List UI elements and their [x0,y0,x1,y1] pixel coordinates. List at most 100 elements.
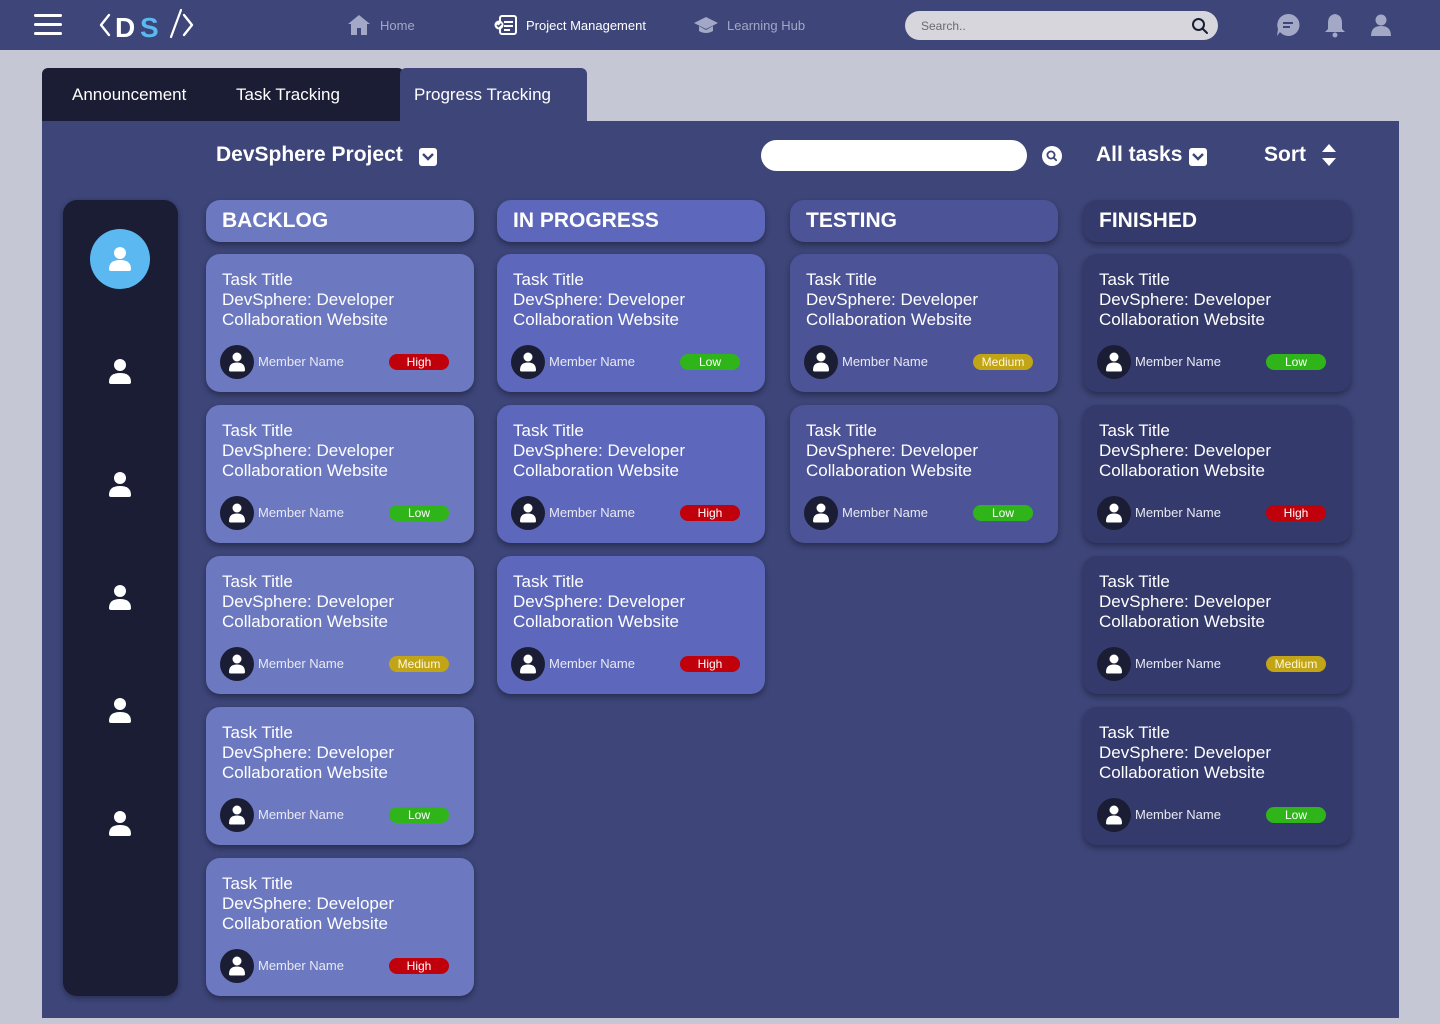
column-header-backlog: BACKLOG [206,200,474,242]
task-description: DevSphere: Developer Collaboration Websi… [513,592,685,631]
task-filter-dropdown[interactable]: All tasks [1096,143,1182,167]
member-name: Member Name [258,505,344,520]
chat-icon[interactable] [1275,12,1301,38]
member-name: Member Name [1135,505,1221,520]
task-description: DevSphere: Developer Collaboration Websi… [1099,290,1271,329]
user-profile-icon[interactable] [1368,12,1394,38]
task-card[interactable]: Task Title DevSphere: Developer Collabora… [1083,405,1351,543]
svg-text:S: S [140,12,159,43]
filter-dropdown-chevron-icon[interactable] [1189,148,1207,166]
tab-progress-tracking[interactable]: Progress Tracking [400,68,587,121]
priority-badge: Low [1266,354,1326,370]
member-avatar-icon [511,496,545,530]
project-dropdown-chevron-icon[interactable] [419,148,437,166]
task-card[interactable]: Task Title DevSphere: Developer Collabora… [206,707,474,845]
sort-arrows-icon[interactable] [1321,143,1337,167]
svg-text:D: D [115,12,135,43]
team-member-avatar[interactable] [105,356,135,386]
task-description: DevSphere: Developer Collaboration Websi… [222,592,394,631]
global-search [905,11,1218,40]
task-title: Task Title [513,421,584,440]
member-name: Member Name [549,354,635,369]
column-header-in-progress: IN PROGRESS [497,200,765,242]
task-title: Task Title [222,421,293,440]
priority-badge: Low [680,354,740,370]
task-description: DevSphere: Developer Collaboration Websi… [513,290,685,329]
member-name: Member Name [1135,807,1221,822]
priority-badge: High [389,354,449,370]
priority-badge: High [389,958,449,974]
search-icon[interactable] [1191,17,1209,35]
member-name: Member Name [1135,354,1221,369]
member-name: Member Name [258,807,344,822]
task-description: DevSphere: Developer Collaboration Websi… [806,441,978,480]
priority-badge: Low [389,505,449,521]
nav-project-management-label: Project Management [526,17,646,33]
task-card[interactable]: Task Title DevSphere: Developer Collabora… [790,254,1058,392]
task-title: Task Title [1099,270,1170,289]
task-card[interactable]: Task Title DevSphere: Developer Collabora… [206,556,474,694]
task-title: Task Title [806,421,877,440]
team-member-avatar-selected[interactable] [90,229,150,289]
hamburger-menu-icon[interactable] [34,14,62,36]
member-avatar-icon [220,345,254,379]
team-member-avatar[interactable] [105,695,135,725]
member-name: Member Name [842,354,928,369]
task-title: Task Title [222,723,293,742]
member-name: Member Name [258,354,344,369]
member-avatar-icon [1097,798,1131,832]
member-name: Member Name [258,958,344,973]
priority-badge: Low [1266,807,1326,823]
column-header-testing: TESTING [790,200,1058,242]
team-member-avatar[interactable] [105,808,135,838]
priority-badge: Low [389,807,449,823]
task-title: Task Title [1099,723,1170,742]
task-description: DevSphere: Developer Collaboration Websi… [222,894,394,933]
member-name: Member Name [1135,656,1221,671]
task-title: Task Title [513,572,584,591]
priority-badge: Medium [973,354,1033,370]
member-name: Member Name [549,656,635,671]
user-icon [109,472,131,497]
member-name: Member Name [258,656,344,671]
priority-badge: Medium [389,656,449,672]
task-card[interactable]: Task Title DevSphere: Developer Collabora… [1083,707,1351,845]
notification-bell-icon[interactable] [1322,12,1348,38]
task-description: DevSphere: Developer Collaboration Websi… [222,743,394,782]
task-card[interactable]: Task Title DevSphere: Developer Collabora… [206,858,474,996]
task-card[interactable]: Task Title DevSphere: Developer Collabora… [1083,556,1351,694]
member-name: Member Name [842,505,928,520]
top-navigation-bar: D S Home Project Management Learning Hub [0,0,1440,50]
devsphere-logo[interactable]: D S [98,7,198,43]
task-card[interactable]: Task Title DevSphere: Developer Collabora… [790,405,1058,543]
task-description: DevSphere: Developer Collaboration Websi… [513,441,685,480]
nav-project-management[interactable]: Project Management [494,0,646,50]
task-card[interactable]: Task Title DevSphere: Developer Collabora… [1083,254,1351,392]
project-management-icon [494,15,517,35]
tab-task-tracking[interactable]: Task Tracking [236,68,340,121]
team-member-avatar[interactable] [105,582,135,612]
member-avatar-icon [511,345,545,379]
member-avatar-icon [511,647,545,681]
nav-home-label: Home [380,17,415,33]
task-card[interactable]: Task Title DevSphere: Developer Collabora… [497,254,765,392]
priority-badge: Low [973,505,1033,521]
task-card[interactable]: Task Title DevSphere: Developer Collabora… [206,405,474,543]
nav-home[interactable]: Home [346,0,415,50]
task-title: Task Title [222,270,293,289]
task-card[interactable]: Task Title DevSphere: Developer Collabora… [497,405,765,543]
task-card[interactable]: Task Title DevSphere: Developer Collabora… [206,254,474,392]
nav-learning-hub[interactable]: Learning Hub [693,0,805,50]
board-search-input[interactable] [761,140,1027,171]
project-selector[interactable]: DevSphere Project [216,143,403,167]
tab-announcement[interactable]: Announcement [72,68,186,121]
column-header-finished: FINISHED [1083,200,1351,242]
task-card[interactable]: Task Title DevSphere: Developer Collabora… [497,556,765,694]
team-member-avatar[interactable] [105,469,135,499]
task-description: DevSphere: Developer Collaboration Websi… [1099,743,1271,782]
task-title: Task Title [1099,572,1170,591]
sort-button[interactable]: Sort [1264,143,1306,167]
global-search-input[interactable] [921,17,1181,34]
board-search-icon[interactable] [1042,146,1062,166]
task-title: Task Title [222,572,293,591]
